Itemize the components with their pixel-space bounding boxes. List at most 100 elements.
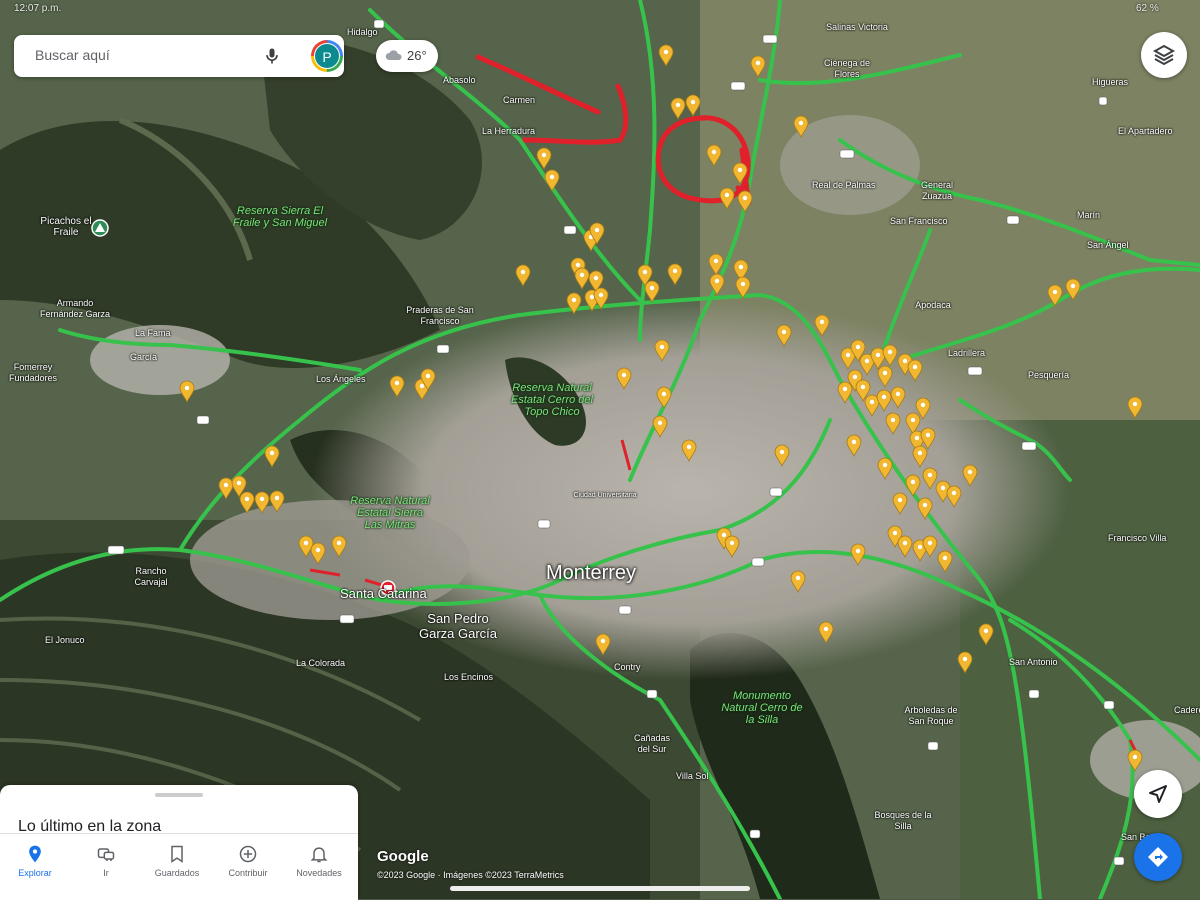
poi-label[interactable]: Picachos el Fraile [36, 216, 96, 238]
place-pin-dot [890, 417, 896, 423]
place-pin-dot [1070, 283, 1076, 289]
place-pin-dot [419, 383, 425, 389]
place-pin-dot [571, 297, 577, 303]
place-pin-dot [1052, 289, 1058, 295]
place-pin-dot [223, 482, 229, 488]
place-pin-dot [798, 120, 804, 126]
reserve-label: Reserva Natural Estatal Cerro del Topo C… [511, 382, 593, 418]
google-logo: Google [377, 848, 429, 865]
place-label: Real de Palmas [812, 180, 876, 190]
place-pin-dot [940, 485, 946, 491]
search-bar[interactable]: Buscar aquí P [14, 35, 344, 77]
reserve-label: Reserva Sierra El Fraile y San Miguel [232, 205, 328, 229]
place-pin-dot [721, 532, 727, 538]
nav-ir[interactable]: Ir [71, 834, 141, 900]
place-pin-dot [549, 174, 555, 180]
place-label: La Herradura [482, 126, 536, 136]
nav-novedades[interactable]: Novedades [284, 834, 354, 900]
place-pin-dot [922, 502, 928, 508]
place-label: Fomerrey Fundadores [8, 362, 58, 383]
place-pin-dot [711, 149, 717, 155]
location-pin-icon [29, 845, 41, 863]
cloud-icon [385, 50, 402, 60]
drag-handle[interactable] [155, 793, 203, 797]
place-label: Santa Catarina [340, 586, 427, 601]
place-pin-dot [902, 540, 908, 546]
place-pin-dot [851, 439, 857, 445]
satellite-map[interactable] [0, 0, 1200, 899]
map-copyright: ©2023 Google · Imágenes ©2023 TerraMetri… [377, 870, 564, 880]
nav-label: Ir [103, 868, 109, 878]
place-pin-dot [737, 167, 743, 173]
city-label: Monterrey [546, 562, 637, 584]
place-pin-dot [892, 530, 898, 536]
nav-explorar[interactable]: Explorar [0, 834, 70, 900]
place-label: Higueras [1092, 77, 1129, 87]
place-pin-dot [927, 540, 933, 546]
place-pin-dot [621, 372, 627, 378]
place-pin-dot [875, 352, 881, 358]
bottom-sheet[interactable]: Lo último en la zona Explorar Ir Guardad… [0, 785, 358, 900]
place-pin-dot [912, 364, 918, 370]
place-pin-dot [920, 402, 926, 408]
place-label: Los Encinos [444, 672, 494, 682]
bell-icon [310, 847, 328, 863]
add-circle-icon [239, 845, 257, 863]
place-pin-dot [336, 540, 342, 546]
place-label: San Ángel [1087, 240, 1129, 250]
avatar[interactable]: P [311, 40, 343, 72]
place-pin-dot [881, 394, 887, 400]
place-pin-dot [714, 278, 720, 284]
place-pin-dot [724, 192, 730, 198]
place-label: Hidalgo [347, 27, 378, 37]
place-pin-dot [649, 285, 655, 291]
place-pin-dot [659, 344, 665, 350]
my-location-button[interactable] [1134, 770, 1182, 818]
place-pin-dot [713, 258, 719, 264]
place-pin-dot [600, 638, 606, 644]
place-pin-dot [902, 358, 908, 364]
place-pin-dot [675, 102, 681, 108]
layers-button[interactable] [1141, 32, 1187, 78]
place-label: El Jonuco [45, 635, 85, 645]
car-bus-icon [97, 848, 115, 861]
place-pin-dot [594, 227, 600, 233]
nav-label: Guardados [154, 868, 200, 878]
search-placeholder[interactable]: Buscar aquí [35, 47, 110, 63]
place-label: San Francisco [890, 216, 948, 226]
place-pin-dot [661, 391, 667, 397]
nav-guardados[interactable]: Guardados [142, 834, 212, 900]
place-pin-dot [425, 373, 431, 379]
place-pin-dot [315, 547, 321, 553]
nav-contribuir[interactable]: Contribuir [213, 834, 283, 900]
place-pin-dot [520, 269, 526, 275]
avatar-initial: P [314, 43, 340, 69]
place-label: Salinas Victoria [826, 22, 888, 32]
place-pin-dot [579, 272, 585, 278]
place-label: Villa Sol [676, 771, 709, 781]
place-pin-dot [895, 391, 901, 397]
weather-chip[interactable]: 26° [376, 40, 438, 72]
place-pin-dot [663, 49, 669, 55]
place-pin-dot [917, 450, 923, 456]
place-pin-dot [394, 380, 400, 386]
home-indicator[interactable] [450, 886, 750, 891]
place-pin-dot [882, 370, 888, 376]
place-label: Armando Fernández Garza [39, 298, 111, 319]
place-pin-dot [598, 292, 604, 298]
place-label: Abasolo [443, 75, 476, 85]
place-pin-dot [819, 319, 825, 325]
place-pin-dot [269, 450, 275, 456]
microphone-icon[interactable] [262, 46, 282, 66]
place-label: García [130, 352, 158, 362]
place-label: El Apartadero [1118, 126, 1173, 136]
bottom-nav: Explorar Ir Guardados Contribuir Novedad… [0, 833, 358, 900]
place-label: La Fama [135, 328, 171, 338]
place-label: Praderas de San Francisco [406, 305, 474, 326]
place-label: Los Ángeles [316, 374, 366, 384]
directions-button[interactable] [1134, 833, 1182, 881]
place-label: Pesquería [1028, 370, 1070, 380]
place-pin-dot [729, 540, 735, 546]
place-pin-dot [962, 656, 968, 662]
place-label: Ladrillera [948, 348, 986, 358]
